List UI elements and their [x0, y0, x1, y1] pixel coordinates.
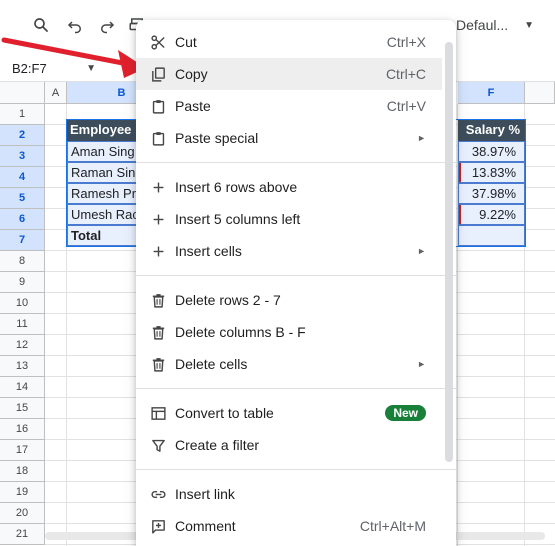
menu-item-copy[interactable]: Copy Ctrl+C [136, 58, 442, 90]
menu-item-shortcut: Ctrl+C [385, 66, 426, 82]
menu-item-label: Copy [175, 66, 208, 82]
menu-item-create-filter[interactable]: Create a filter [136, 429, 456, 461]
clipboard-icon [148, 128, 168, 148]
cell-b5[interactable]: Ramesh Pr [67, 183, 139, 204]
column-header-g[interactable] [525, 82, 555, 104]
comment-add-icon [148, 516, 168, 536]
menu-item-convert-to-table[interactable]: Convert to table New [136, 397, 456, 429]
menu-item-label: Paste [175, 98, 211, 114]
menu-item-label: Convert to table [175, 405, 274, 421]
cell-f5[interactable]: 37.98% [458, 183, 525, 204]
chevron-down-icon: ▼ [524, 19, 534, 31]
table-icon [148, 403, 168, 423]
menu-item-label: Insert cells [175, 243, 242, 259]
menu-item-insert-columns[interactable]: Insert 5 columns left [136, 203, 456, 235]
row-header-3[interactable]: 3 [0, 146, 45, 167]
cell-b4[interactable]: Raman Sin [67, 162, 139, 183]
row-header-18[interactable]: 18 [0, 461, 45, 482]
row-header-19[interactable]: 19 [0, 482, 45, 503]
row-header-20[interactable]: 20 [0, 503, 45, 524]
menu-separator [136, 388, 456, 389]
menu-item-insert-rows[interactable]: Insert 6 rows above [136, 171, 456, 203]
row-header-17[interactable]: 17 [0, 440, 45, 461]
cell-f4[interactable]: 13.83% [458, 162, 525, 183]
red-border-mark [459, 163, 461, 182]
menu-item-label: Delete cells [175, 356, 248, 372]
plus-icon [148, 209, 168, 229]
column-header-f[interactable]: F [458, 82, 525, 104]
row-header-14[interactable]: 14 [0, 377, 45, 398]
row-header-8[interactable]: 8 [0, 251, 45, 272]
menu-separator [136, 469, 456, 470]
cell-b6[interactable]: Umesh Rac [67, 204, 139, 225]
row-header-10[interactable]: 10 [0, 293, 45, 314]
menu-item-shortcut: Ctrl+Alt+M [359, 518, 426, 534]
link-icon [148, 484, 168, 504]
filter-icon [148, 435, 168, 455]
menu-item-shortcut: Ctrl+X [386, 34, 426, 50]
context-menu: Cut Ctrl+X Copy Ctrl+C Paste Ctrl+V Past… [136, 20, 456, 546]
menu-item-shortcut: Ctrl+V [386, 98, 426, 114]
row-header-5[interactable]: 5 [0, 188, 45, 209]
menu-item-label: Insert link [175, 486, 235, 502]
menu-item-label: Insert 5 columns left [175, 211, 301, 227]
menu-item-comment[interactable]: Comment Ctrl+Alt+M [136, 510, 456, 542]
trash-icon [148, 322, 168, 342]
row-header-16[interactable]: 16 [0, 419, 45, 440]
menu-item-label: Delete columns B - F [175, 324, 306, 340]
menu-item-paste-special[interactable]: Paste special ► [136, 122, 456, 154]
menu-item-label: Delete rows 2 - 7 [175, 292, 281, 308]
row-header-15[interactable]: 15 [0, 398, 45, 419]
row-header-12[interactable]: 12 [0, 335, 45, 356]
font-family-value: Defaul... [456, 17, 509, 33]
copy-icon [148, 64, 168, 84]
row-header-1[interactable]: 1 [0, 104, 45, 125]
new-badge: New [385, 405, 426, 421]
menu-separator [136, 275, 456, 276]
menu-item-paste[interactable]: Paste Ctrl+V [136, 90, 456, 122]
row-header-7[interactable]: 7 [0, 230, 45, 251]
plus-icon [148, 241, 168, 261]
menu-item-delete-cells[interactable]: Delete cells ► [136, 348, 456, 380]
cell-f7[interactable] [458, 225, 525, 246]
row-header-6[interactable]: 6 [0, 209, 45, 230]
menu-item-cut[interactable]: Cut Ctrl+X [136, 26, 456, 58]
row-header-4[interactable]: 4 [0, 167, 45, 188]
menu-item-insert-link[interactable]: Insert link [136, 478, 456, 510]
menu-item-delete-columns[interactable]: Delete columns B - F [136, 316, 456, 348]
submenu-arrow-icon: ► [417, 246, 426, 256]
cell-b2-header[interactable]: Employee [67, 120, 139, 141]
row-header-11[interactable]: 11 [0, 314, 45, 335]
menu-item-delete-rows[interactable]: Delete rows 2 - 7 [136, 284, 456, 316]
menu-item-insert-cells[interactable]: Insert cells ► [136, 235, 456, 267]
menu-item-label: Create a filter [175, 437, 260, 453]
menu-separator [136, 162, 456, 163]
submenu-arrow-icon: ► [417, 133, 426, 143]
row-header-21[interactable]: 21 [0, 524, 45, 545]
cell-b3[interactable]: Aman Sing [67, 141, 139, 162]
clipboard-icon [148, 96, 168, 116]
menu-item-label: Cut [175, 34, 197, 50]
font-family-select[interactable]: Defaul... ▼ [446, 11, 542, 39]
trash-icon [148, 290, 168, 310]
cell-b7-total[interactable]: Total [67, 225, 139, 246]
row-header-9[interactable]: 9 [0, 272, 45, 293]
scissors-icon [148, 32, 168, 52]
menu-item-label: Comment [175, 518, 236, 534]
menu-item-label: Paste special [175, 130, 259, 146]
trash-icon [148, 354, 168, 374]
submenu-arrow-icon: ► [417, 359, 426, 369]
red-border-mark [459, 205, 461, 224]
cell-f2-header[interactable]: Salary % [458, 120, 525, 141]
row-header-2[interactable]: 2 [0, 125, 45, 146]
row-header-13[interactable]: 13 [0, 356, 45, 377]
cell-f3[interactable]: 38.97% [458, 141, 525, 162]
cell-f6[interactable]: 9.22% [458, 204, 525, 225]
menu-item-label: Insert 6 rows above [175, 179, 298, 195]
menu-scrollbar[interactable] [445, 42, 453, 462]
plus-icon [148, 177, 168, 197]
